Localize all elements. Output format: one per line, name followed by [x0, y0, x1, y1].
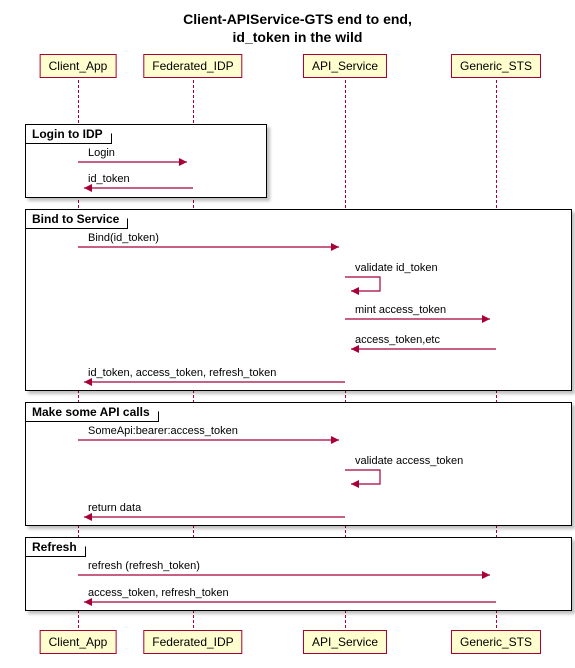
group-login: Login to IDP — [25, 124, 267, 198]
msg-return-data: return data — [88, 502, 141, 514]
participant-client-top: Client_App — [40, 54, 117, 78]
msg-mint: mint access_token — [355, 304, 446, 316]
group-label-bind: Bind to Service — [26, 210, 128, 229]
sequence-diagram: Client_App Federated_IDP API_Service Gen… — [10, 54, 575, 654]
diagram-title: Client-APIService-GTS end to end, id_tok… — [10, 10, 575, 46]
participant-api-top: API_Service — [303, 54, 387, 78]
msg-id-token: id_token — [88, 173, 130, 185]
participant-api-bottom: API_Service — [303, 630, 387, 654]
title-line-2: id_token in the wild — [233, 29, 363, 45]
participant-idp-bottom: Federated_IDP — [143, 630, 242, 654]
participant-sts-bottom: Generic_STS — [451, 630, 541, 654]
participant-sts-top: Generic_STS — [451, 54, 541, 78]
participant-client-bottom: Client_App — [40, 630, 117, 654]
msg-tokens-all: id_token, access_token, refresh_token — [88, 367, 276, 379]
group-label-login: Login to IDP — [26, 125, 112, 144]
msg-access-etc: access_token,etc — [355, 334, 440, 346]
group-refresh: Refresh — [25, 537, 572, 611]
msg-validate-access: validate access_token — [355, 455, 463, 467]
msg-validate-id: validate id_token — [355, 262, 438, 274]
group-label-calls: Make some API calls — [26, 403, 159, 422]
msg-refresh-req: refresh (refresh_token) — [88, 560, 200, 572]
participant-idp-top: Federated_IDP — [143, 54, 242, 78]
msg-login: Login — [88, 147, 115, 159]
title-line-1: Client-APIService-GTS end to end, — [183, 11, 412, 27]
msg-refresh-resp: access_token, refresh_token — [88, 587, 229, 599]
msg-bind-id: Bind(id_token) — [88, 232, 159, 244]
msg-someapi: SomeApi:bearer:access_token — [88, 425, 238, 437]
group-label-refresh: Refresh — [26, 538, 86, 557]
